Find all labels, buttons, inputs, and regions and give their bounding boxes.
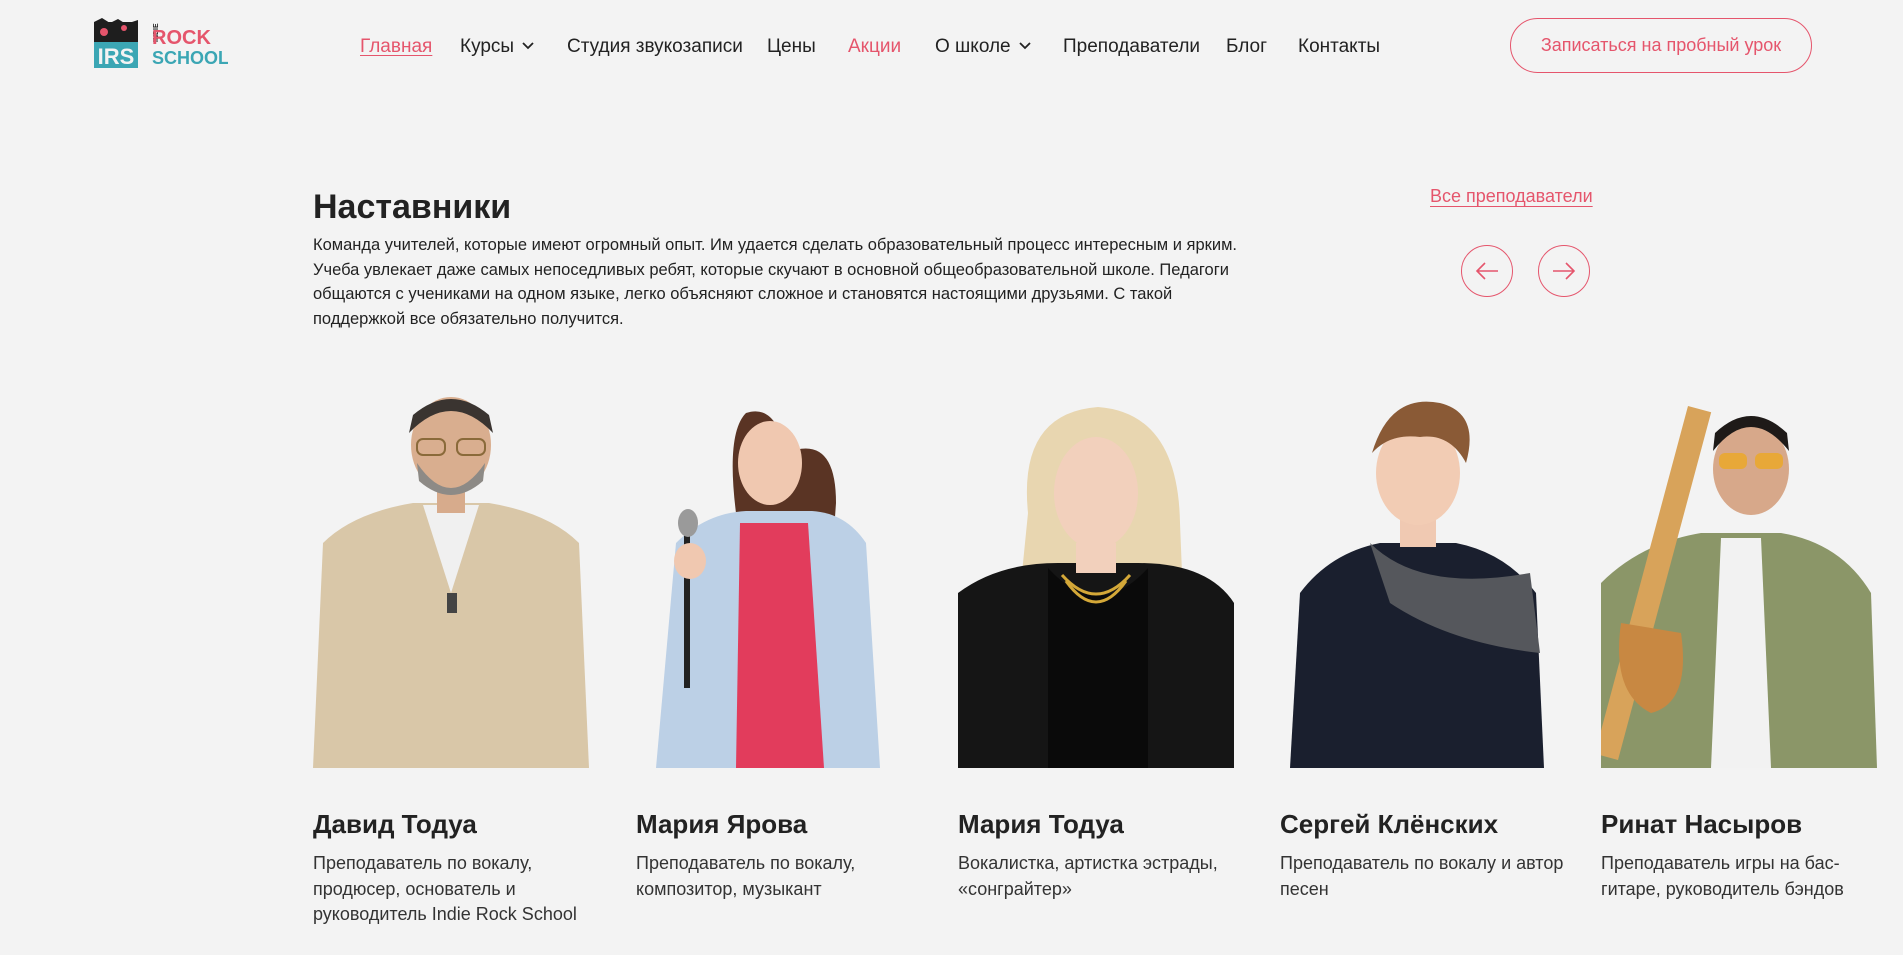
trial-lesson-button[interactable]: Записаться на пробный урок [1510,18,1812,73]
site-header: IRS INDIE ROCK SCHOOL Главная Курсы Студ… [0,0,1903,92]
teacher-card[interactable]: Мария Тодуа Вокалистка, артистка эстрады… [958,393,1234,899]
nav-item-prices[interactable]: Цены [767,35,816,59]
teacher-name: Сергей Клёнских [1280,809,1499,839]
teacher-name: Ринат Насыров [1601,809,1803,839]
teacher-photo [636,393,912,768]
teacher-role: Преподаватель по вокалу, композитор, муз… [636,853,856,899]
chevron-down-icon [522,42,534,50]
nav-item-promotions[interactable]: Акции [848,35,901,59]
nav-item-contacts[interactable]: Контакты [1298,35,1380,59]
nav-item-home[interactable]: Главная [360,35,432,59]
slider-next-button[interactable] [1538,245,1590,297]
teacher-photo [313,393,589,768]
chevron-down-icon [1019,42,1031,50]
nav-item-teachers[interactable]: Преподаватели [1063,35,1200,59]
teacher-role: Преподаватель по вокалу, продюсер, основ… [313,853,577,924]
teacher-name: Давид Тодуа [313,809,477,839]
teacher-name: Мария Тодуа [958,809,1124,839]
teacher-photo [1601,393,1877,768]
teacher-card[interactable]: Мария Ярова Преподаватель по вокалу, ком… [636,393,912,899]
section-description: Команда учителей, которые имеют огромный… [313,236,1238,328]
nav-item-studio[interactable]: Студия звукозаписи [567,35,743,59]
teacher-role: Преподаватель игры на бас-гитаре, руково… [1601,853,1844,899]
teacher-card[interactable]: Ринат Насыров Преподаватель игры на бас-… [1601,393,1877,899]
all-teachers-link[interactable]: Все преподаватели [1430,186,1593,207]
arrow-right-icon [1553,262,1576,280]
nav-item-label: О школе [935,36,1011,57]
nav-item-label: Курсы [460,36,515,57]
teacher-name: Мария Ярова [636,809,808,839]
nav-item-about[interactable]: О школе [935,35,1033,59]
teacher-card[interactable]: Сергей Клёнских Преподаватель по вокалу … [1280,393,1563,899]
teacher-role: Преподаватель по вокалу и автор песен [1280,853,1564,899]
teacher-photo [958,393,1234,768]
teacher-photo [1280,393,1556,768]
teacher-card[interactable]: Давид Тодуа Преподаватель по вокалу, про… [313,393,589,924]
slider-prev-button[interactable] [1461,245,1513,297]
nav-item-blog[interactable]: Блог [1226,35,1267,59]
teacher-role: Вокалистка, артистка эстрады, «сонграйте… [958,853,1218,899]
nav-item-courses[interactable]: Курсы [460,35,536,59]
section-title: Наставники [313,188,512,226]
arrow-left-icon [1475,262,1498,280]
